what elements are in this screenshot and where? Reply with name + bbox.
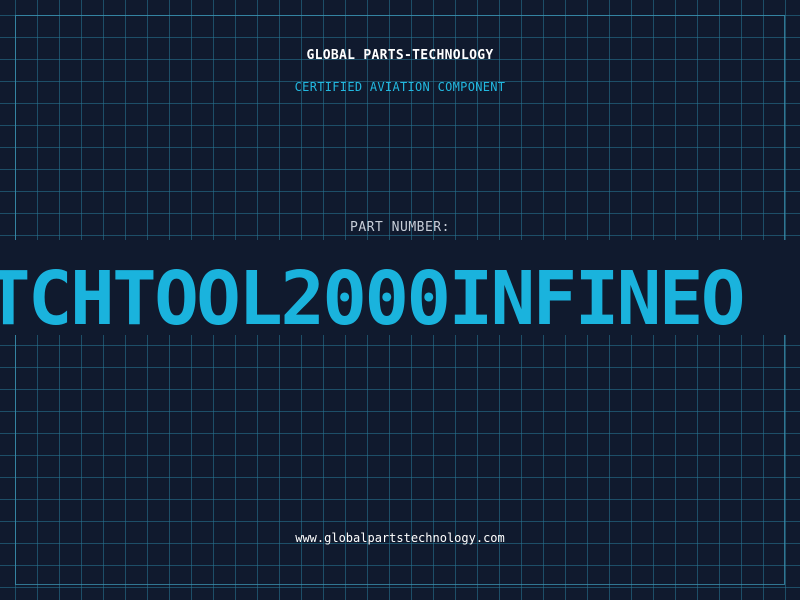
company-name: GLOBAL PARTS-TECHNOLOGY bbox=[306, 48, 494, 63]
certification-subtitle: CERTIFIED AVIATION COMPONENT bbox=[294, 80, 506, 94]
label-canvas: GLOBAL PARTS-TECHNOLOGY CERTIFIED AVIATI… bbox=[0, 0, 800, 600]
part-number-label: PART NUMBER: bbox=[350, 220, 450, 235]
website-url: www.globalpartstechnology.com bbox=[295, 531, 505, 545]
part-number-value: TCHTOOL2000INFINEO bbox=[0, 256, 745, 342]
